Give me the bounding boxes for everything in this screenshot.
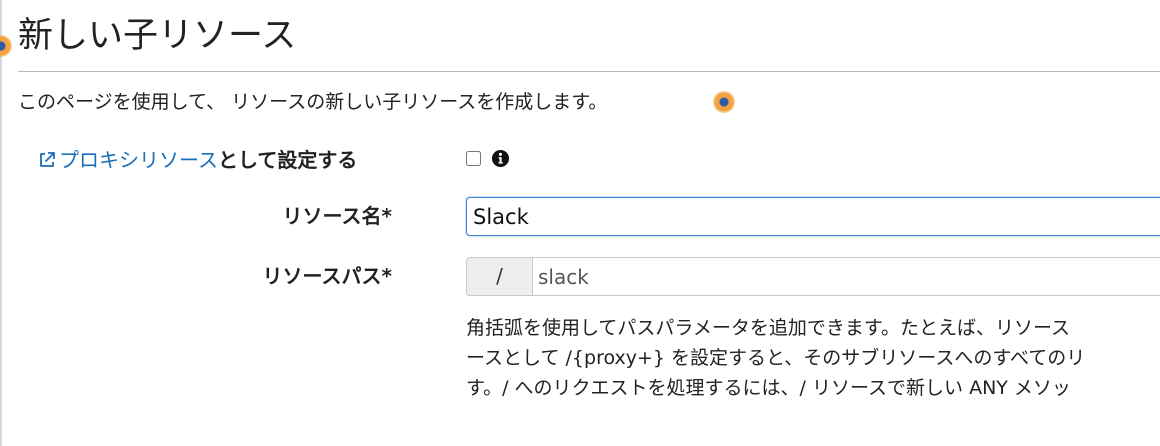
resource-path-label: リソースパス* [262,264,392,288]
tour-hotspot-description[interactable] [713,91,735,113]
tour-hotspot-title[interactable] [0,35,12,57]
resource-path-help: 角括弧を使用してパスパラメータを追加できます。たとえば、リソース ースとして /… [466,313,1160,403]
page-description: このページを使用して、 リソースの新しい子リソースを作成します。 [18,91,608,113]
external-link-icon [40,152,55,167]
proxy-resource-link[interactable]: プロキシリソース [37,148,218,172]
proxy-label-suffix: として設定する [218,148,358,172]
help-line: 角括弧を使用してパスパラメータを追加できます。たとえば、リソース [466,317,1071,339]
info-icon[interactable] [491,149,510,168]
new-child-resource-page: 新しい子リソース このページを使用して、 リソースの新しい子リソースを作成します… [0,0,1160,446]
resource-path-group: / [466,257,1160,296]
left-border [0,0,2,446]
resource-path-input[interactable] [532,257,1160,296]
help-line: ースとして /{proxy+} を設定すると、そのサブリソースへのすべてのリ [466,347,1086,369]
proxy-resource-checkbox[interactable] [466,151,481,166]
resource-name-label: リソース名* [282,204,392,228]
proxy-link-text: プロキシリソース [59,148,218,172]
page-title: 新しい子リソース [18,16,297,56]
help-line: す。/ へのリクエストを処理するには、/ リソースで新しい ANY メソッ [466,377,1071,399]
proxy-resource-label: プロキシリソースとして設定する [37,145,357,175]
resource-name-input[interactable] [466,197,1160,236]
resource-path-prefix: / [466,257,532,296]
title-divider [18,71,1160,72]
